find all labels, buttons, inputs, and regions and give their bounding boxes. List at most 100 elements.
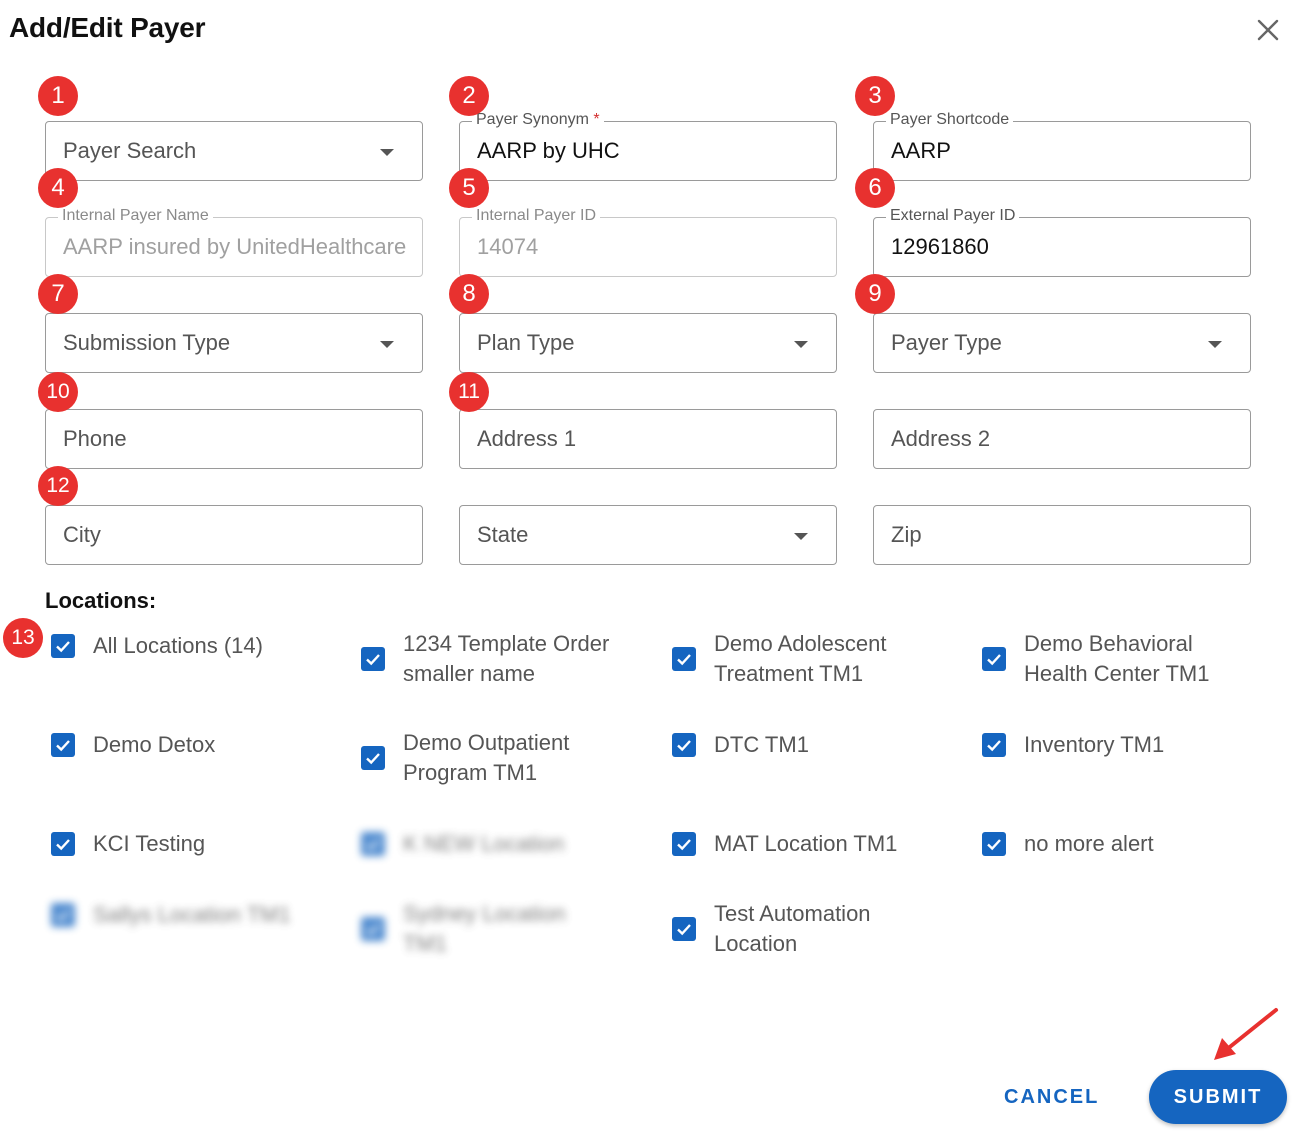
location-label: 1234 Template Order smaller name — [403, 631, 610, 686]
payer-type-select[interactable]: Payer Type — [873, 313, 1251, 373]
payer-shortcode-value: AARP — [891, 138, 951, 163]
location-sallys-location[interactable]: Sallys Location TM1 — [51, 900, 341, 930]
location-label: Demo Adolescent Treatment TM1 — [714, 631, 887, 686]
location-label: Demo Outpatient Program TM1 — [403, 730, 570, 785]
annotation-badge-4: 4 — [38, 168, 78, 208]
plan-type-select[interactable]: Plan Type — [459, 313, 837, 373]
location-1234-template-order[interactable]: 1234 Template Order smaller name — [361, 629, 651, 689]
annotation-arrow-icon — [1214, 1008, 1278, 1060]
checkbox-checked-icon[interactable] — [361, 647, 385, 671]
checkbox-checked-icon[interactable] — [51, 634, 75, 658]
dialog-title: Add/Edit Payer — [9, 12, 206, 43]
address1-placeholder: Address 1 — [477, 426, 577, 451]
payer-synonym-label: Payer Synonym * — [472, 111, 604, 129]
close-icon — [1257, 19, 1279, 41]
required-mark: * — [593, 111, 600, 128]
internal-payer-name-value: AARP insured by UnitedHealthcare — [63, 234, 406, 259]
location-label: Test Automation Location — [714, 901, 871, 956]
dropdown-arrow-icon — [1208, 341, 1222, 348]
location-kci-testing[interactable]: KCI Testing — [51, 829, 341, 859]
annotation-badge-9: 9 — [855, 274, 895, 314]
annotation-badge-12: 12 — [38, 466, 78, 506]
annotation-badge-3: 3 — [855, 76, 895, 116]
dropdown-arrow-icon — [794, 341, 808, 348]
checkbox-checked-icon[interactable] — [361, 917, 385, 941]
dropdown-arrow-icon — [380, 341, 394, 348]
location-demo-detox[interactable]: Demo Detox — [51, 730, 341, 760]
location-demo-adolescent[interactable]: Demo Adolescent Treatment TM1 — [672, 629, 962, 689]
checkbox-checked-icon[interactable] — [51, 733, 75, 757]
location-label: Inventory TM1 — [1024, 732, 1165, 757]
cancel-button[interactable]: CANCEL — [1004, 1086, 1099, 1109]
location-label: MAT Location TM1 — [714, 831, 898, 856]
location-dtc-tm1[interactable]: DTC TM1 — [672, 730, 962, 760]
location-no-more-alert[interactable]: no more alert — [982, 829, 1272, 859]
checkbox-checked-icon[interactable] — [51, 903, 75, 927]
location-label: K NEW Location — [403, 831, 565, 856]
location-demo-behavioral[interactable]: Demo Behavioral Health Center TM1 — [982, 629, 1272, 689]
annotation-badge-1: 1 — [38, 76, 78, 116]
checkbox-checked-icon[interactable] — [672, 647, 696, 671]
internal-payer-id-value: 14074 — [477, 234, 539, 259]
payer-shortcode-field[interactable]: Payer Shortcode AARP — [873, 111, 1251, 181]
checkbox-checked-icon[interactable] — [982, 832, 1006, 856]
location-label: Sydney Location TM1 — [403, 901, 566, 956]
plan-type-placeholder: Plan Type — [477, 330, 575, 355]
address2-field[interactable]: Address 2 — [873, 409, 1251, 469]
state-select[interactable]: State — [459, 505, 837, 565]
location-all-locations[interactable]: All Locations (14) — [51, 631, 341, 661]
checkbox-checked-icon[interactable] — [982, 733, 1006, 757]
dropdown-arrow-icon — [794, 533, 808, 540]
internal-payer-name-label: Internal Payer Name — [58, 207, 213, 225]
payer-shortcode-label: Payer Shortcode — [886, 111, 1014, 129]
annotation-badge-7: 7 — [38, 274, 78, 314]
address1-field[interactable]: Address 1 — [459, 409, 837, 469]
external-payer-id-value: 12961860 — [891, 234, 989, 259]
annotation-badge-10: 10 — [38, 372, 78, 412]
location-label: no more alert — [1024, 831, 1154, 856]
external-payer-id-label: External Payer ID — [886, 207, 1020, 225]
external-payer-id-field[interactable]: External Payer ID 12961860 — [873, 207, 1251, 277]
internal-payer-id-field: Internal Payer ID 14074 — [459, 207, 837, 277]
zip-placeholder: Zip — [891, 522, 922, 547]
checkbox-checked-icon[interactable] — [672, 832, 696, 856]
annotation-badge-8: 8 — [449, 274, 489, 314]
zip-field[interactable]: Zip — [873, 505, 1251, 565]
location-sydney-location[interactable]: Sydney Location TM1 — [361, 899, 651, 959]
annotation-badge-5: 5 — [449, 168, 489, 208]
payer-search-placeholder: Payer Search — [63, 138, 197, 163]
annotation-badge-13: 13 — [3, 618, 43, 658]
annotation-badge-11: 11 — [449, 372, 489, 412]
checkbox-checked-icon[interactable] — [672, 733, 696, 757]
location-label: Demo Behavioral Health Center TM1 — [1024, 631, 1210, 686]
phone-field[interactable]: Phone — [45, 409, 423, 469]
annotation-badge-6: 6 — [855, 168, 895, 208]
payer-search-select[interactable]: Payer Search — [45, 121, 423, 181]
internal-payer-id-label: Internal Payer ID — [472, 207, 601, 225]
locations-heading: Locations: — [45, 588, 157, 613]
checkbox-checked-icon[interactable] — [672, 917, 696, 941]
location-label: Sallys Location TM1 — [93, 902, 291, 927]
city-field[interactable]: City — [45, 505, 423, 565]
checkbox-checked-icon[interactable] — [361, 832, 385, 856]
location-k-new-location[interactable]: K NEW Location — [361, 829, 651, 859]
submission-type-select[interactable]: Submission Type — [45, 313, 423, 373]
checkbox-checked-icon[interactable] — [51, 832, 75, 856]
checkbox-checked-icon[interactable] — [982, 647, 1006, 671]
location-label: KCI Testing — [93, 831, 206, 856]
location-demo-outpatient[interactable]: Demo Outpatient Program TM1 — [361, 728, 651, 788]
payer-synonym-field[interactable]: Payer Synonym * AARP by UHC — [459, 111, 837, 181]
address2-placeholder: Address 2 — [891, 426, 991, 451]
payer-synonym-value: AARP by UHC — [477, 138, 620, 163]
state-placeholder: State — [477, 522, 529, 547]
location-inventory-tm1[interactable]: Inventory TM1 — [982, 730, 1272, 760]
location-label: Demo Detox — [93, 732, 216, 757]
location-test-automation[interactable]: Test Automation Location — [672, 899, 962, 959]
submit-button[interactable]: SUBMIT — [1149, 1070, 1287, 1124]
close-button[interactable] — [1252, 14, 1284, 46]
location-mat-location-tm1[interactable]: MAT Location TM1 — [672, 829, 962, 859]
checkbox-checked-icon[interactable] — [361, 746, 385, 770]
internal-payer-name-field: Internal Payer Name AARP insured by Unit… — [45, 207, 423, 277]
dropdown-arrow-icon — [380, 149, 394, 156]
annotation-badge-2: 2 — [449, 76, 489, 116]
